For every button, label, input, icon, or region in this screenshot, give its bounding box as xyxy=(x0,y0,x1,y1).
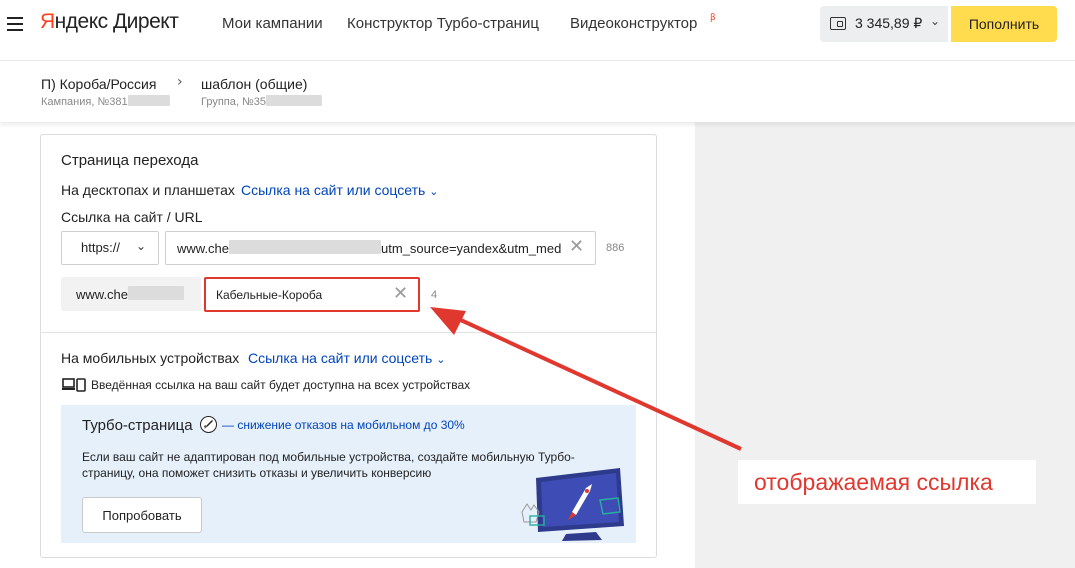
desktop-label: На десктопах и планшетах xyxy=(61,182,235,198)
all-devices-note: Введённая ссылка на ваш сайт будет досту… xyxy=(91,378,471,392)
url-char-counter: 886 xyxy=(606,242,625,254)
campaign-number: Кампания, №381 xyxy=(41,95,170,108)
wallet-icon xyxy=(830,17,846,30)
top-header: Яндекс Директ Мои кампании Конструктор Т… xyxy=(0,0,1075,52)
promo-subtitle-link[interactable]: — снижение отказов на мобильном до 30% xyxy=(222,418,465,432)
protocol-select[interactable]: https:// ⌄ xyxy=(61,231,159,265)
display-url-input[interactable]: Кабельные-Короба xyxy=(204,277,420,312)
display-url-prefix: www.che xyxy=(61,277,201,311)
promo-text-line-1: Если ваш сайт не адаптирован под мобильн… xyxy=(82,450,575,464)
balance-amount: 3 345,89 ₽ xyxy=(855,15,923,31)
protocol-value: https:// xyxy=(81,240,121,255)
rocket-icon xyxy=(200,416,217,433)
breadcrumb-campaign[interactable]: П) Короба/Россия xyxy=(41,76,156,92)
chevron-right-icon: › xyxy=(177,74,183,90)
turbo-illustration xyxy=(521,468,624,541)
desktop-link-type-dropdown[interactable]: Ссылка на сайт или соцсеть ⌄ xyxy=(241,182,438,198)
url-input[interactable]: www.che utm_source=yandex&utm_med xyxy=(165,231,596,265)
chevron-down-icon: ⌄ xyxy=(136,239,147,253)
promo-title: Турбо-страница xyxy=(82,417,193,434)
url-value: www.che utm_source=yandex&utm_med xyxy=(177,240,562,256)
promo-text-line-2: страницу, она поможет снизить отказы и у… xyxy=(82,466,432,480)
devices-icon xyxy=(62,378,86,392)
clear-icon[interactable]: ✕ xyxy=(393,283,408,304)
beta-badge: β xyxy=(710,13,716,23)
display-url-char-counter: 4 xyxy=(431,289,438,301)
balance-dropdown[interactable]: 3 345,89 ₽ ⌄ xyxy=(820,6,948,42)
breadcrumb-group[interactable]: шаблон (общие) xyxy=(201,76,307,92)
topup-button[interactable]: Пополнить xyxy=(951,6,1057,42)
divider xyxy=(40,332,657,333)
chevron-down-icon: ⌄ xyxy=(429,186,439,198)
annotation-label: отображаемая ссылка xyxy=(738,460,1036,504)
group-number: Группа, №35 xyxy=(201,95,323,108)
clear-icon[interactable]: ✕ xyxy=(569,236,584,257)
burger-menu-icon[interactable] xyxy=(7,17,23,31)
logo[interactable]: Яндекс Директ xyxy=(40,10,179,34)
nav-my-campaigns[interactable]: Мои кампании xyxy=(222,15,323,32)
try-turbo-button[interactable]: Попробовать xyxy=(82,497,202,533)
section-title: Страница перехода xyxy=(61,152,199,169)
mobile-link-type-dropdown[interactable]: Ссылка на сайт или соцсеть ⌄ xyxy=(248,350,445,366)
mobile-label: На мобильных устройствах xyxy=(61,350,240,366)
chevron-down-icon: ⌄ xyxy=(930,14,941,28)
breadcrumb: П) Короба/Россия Кампания, №381 › шаблон… xyxy=(0,60,1075,122)
chevron-down-icon: ⌄ xyxy=(436,354,446,366)
nav-video-builder[interactable]: Видеоконструктор xyxy=(570,15,697,32)
display-url-value: Кабельные-Короба xyxy=(216,288,323,302)
nav-turbo-builder[interactable]: Конструктор Турбо-страниц xyxy=(347,15,539,32)
url-label: Ссылка на сайт / URL xyxy=(61,209,203,225)
